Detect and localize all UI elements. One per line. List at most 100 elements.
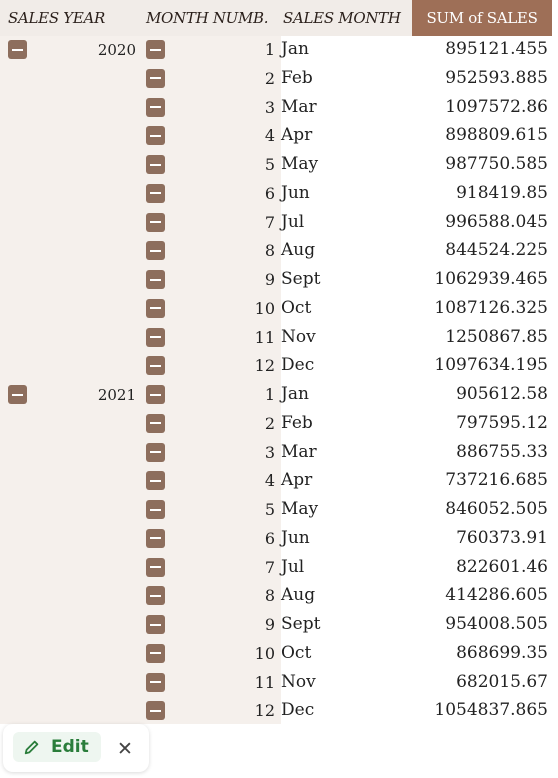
month-number-value: 6 [264,183,275,203]
month-number-value: 4 [264,471,275,491]
month-number-value: 4 [264,126,275,146]
month-number-value: 6 [264,528,275,548]
collapse-month-button[interactable] [146,385,165,404]
sales-month-value: May [281,499,319,519]
month-number-value: 2 [264,68,275,88]
collapse-year-button[interactable] [8,385,27,404]
table-row: 2 Feb 952593.885 [0,65,552,94]
sum-of-sales-value: 797595.12 [456,412,548,433]
month-number-value: 11 [254,327,275,347]
month-number-value: 3 [264,442,275,462]
sales-month-value: Sept [281,614,321,634]
collapse-month-button[interactable] [146,155,165,174]
sales-month-value: Feb [281,412,313,433]
collapse-month-button[interactable] [146,672,165,692]
month-number-value: 1 [264,385,275,404]
collapse-month-button[interactable] [146,356,165,376]
table-row: 6 Jun 918419.85 [0,180,552,209]
sum-of-sales-value: 1097634.195 [434,355,548,376]
collapse-month-button[interactable] [146,701,165,721]
edit-button[interactable]: Edit [13,732,101,762]
sum-of-sales-value: 954008.505 [445,614,548,634]
collapse-month-button[interactable] [146,97,165,117]
sum-of-sales-value: 895121.455 [445,39,548,59]
header-month-number[interactable]: MONTH NUMB. [140,0,281,36]
collapse-month-button[interactable] [146,528,165,548]
table-row: 5 May 846052.505 [0,496,552,525]
sales-month-value: Jan [281,39,309,59]
table-row: 4 Apr 737216.685 [0,467,552,496]
collapse-month-button[interactable] [146,471,165,491]
month-number-value: 10 [254,298,275,318]
sum-of-sales-value: 1250867.85 [445,326,548,347]
table-row: 12 Dec 1054837.865 [0,697,552,726]
header-sales-month[interactable]: SALES MONTH [281,0,412,36]
collapse-month-button[interactable] [146,126,165,146]
sum-of-sales-value: 898809.615 [445,125,548,146]
sum-of-sales-value: 414286.605 [445,585,548,606]
table-row: 9 Sept 1062939.465 [0,266,552,295]
sales-month-value: Dec [281,700,315,721]
sales-month-value: Nov [281,326,316,347]
sum-of-sales-value: 1097572.86 [445,96,548,117]
sum-of-sales-value: 886755.33 [456,441,548,462]
table-row: 11 Nov 1250867.85 [0,324,552,353]
sales-month-value: Jun [281,527,310,548]
sales-year-value: 2021 [97,386,136,404]
collapse-month-button[interactable] [146,643,165,663]
table-row: 4 Apr 898809.615 [0,122,552,151]
collapse-month-button[interactable] [146,270,165,289]
sales-month-value: Feb [281,67,313,88]
collapse-month-button[interactable] [146,442,165,462]
sales-month-value: Aug [281,240,316,261]
sum-of-sales-value: 868699.35 [456,642,548,663]
collapse-month-button[interactable] [146,183,165,203]
sales-month-value: Nov [281,671,316,692]
sum-of-sales-value: 1062939.465 [434,269,548,289]
sum-of-sales-value: 1087126.325 [434,297,548,318]
close-icon[interactable]: ✕ [117,738,133,760]
table-row: 7 Jul 822601.46 [0,554,552,583]
collapse-month-button[interactable] [146,557,165,577]
month-number-value: 3 [264,97,275,117]
collapse-month-button[interactable] [146,327,165,347]
sum-of-sales-value: 682015.67 [456,671,548,692]
sales-year-value: 2020 [97,41,136,59]
table-row: 5 May 987750.585 [0,151,552,180]
month-number-value: 8 [264,241,275,261]
sales-month-value: Sept [281,269,321,289]
collapse-year-button[interactable] [8,40,27,59]
sum-of-sales-value: 905612.58 [456,384,548,404]
month-number-value: 7 [264,557,275,577]
month-number-value: 5 [264,155,275,174]
sales-month-value: Dec [281,355,315,376]
sum-of-sales-value: 760373.91 [456,527,548,548]
collapse-month-button[interactable] [146,40,165,59]
collapse-month-button[interactable] [146,241,165,261]
sum-of-sales-value: 737216.685 [445,470,548,491]
collapse-month-button[interactable] [146,298,165,318]
month-number-value: 9 [264,270,275,289]
sales-month-value: Apr [281,470,313,491]
collapse-month-button[interactable] [146,68,165,88]
collapse-month-button[interactable] [146,212,165,232]
table-row: 6 Jun 760373.91 [0,525,552,554]
header-sales-year[interactable]: SALES YEAR [0,0,140,36]
table-row: 8 Aug 844524.225 [0,237,552,266]
collapse-month-button[interactable] [146,500,165,519]
header-sum-of-sales[interactable]: SUM of SALES [412,0,552,36]
month-number-value: 8 [264,586,275,606]
table-row: 2020 1 Jan 895121.455 [0,36,552,65]
collapse-month-button[interactable] [146,615,165,634]
collapse-month-button[interactable] [146,586,165,606]
sum-of-sales-value: 844524.225 [445,240,548,261]
collapse-month-button[interactable] [146,413,165,433]
month-number-value: 12 [254,356,275,376]
sales-month-value: Apr [281,125,313,146]
sum-of-sales-value: 987750.585 [445,154,548,174]
edit-toolbar: Edit ✕ [3,724,149,772]
sales-month-value: Oct [281,642,312,663]
table-row: 8 Aug 414286.605 [0,582,552,611]
sales-month-value: May [281,154,319,174]
month-number-value: 9 [264,615,275,634]
